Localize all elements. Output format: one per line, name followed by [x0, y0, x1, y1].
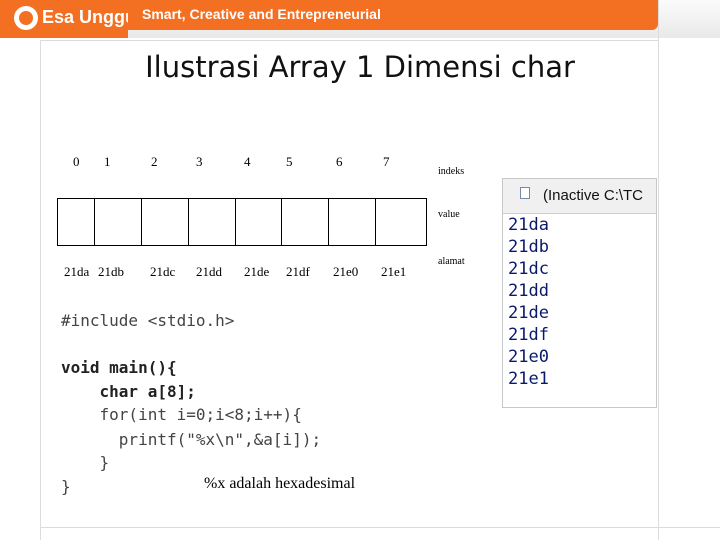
label-indeks: indeks [438, 166, 465, 177]
console-output-line: 21de [508, 303, 549, 323]
code-line: for(int i=0;i<8;i++){ [61, 405, 302, 424]
address-0: 21da [64, 264, 90, 279]
code-line: void main(){ [61, 358, 177, 377]
code-line: #include <stdio.h> [61, 311, 235, 330]
frame-line-left [40, 40, 41, 540]
console-output-line: 21e1 [508, 369, 549, 389]
address-4: 21de [244, 264, 270, 279]
console-output-line: 21db [508, 237, 549, 257]
code-line: } [61, 453, 110, 472]
array-cell [236, 199, 282, 245]
console-output-line: 21da [508, 215, 549, 235]
console-window: (Inactive C:\TC 21da 21db 21dc 21dd 21de… [502, 178, 657, 408]
frame-line-bottom [40, 527, 720, 528]
header-bar: Esa Unggul Smart, Creative and Entrepren… [0, 0, 720, 38]
address-7: 21e1 [381, 264, 407, 279]
console-icon [520, 187, 530, 199]
hex-note: %x adalah hexadesimal [204, 475, 356, 492]
console-title: (Inactive C:\TC [543, 187, 644, 204]
address-2: 21dc [150, 264, 176, 279]
index-7: 7 [383, 154, 390, 169]
address-6: 21e0 [333, 264, 359, 279]
index-6: 6 [336, 154, 343, 169]
tagline-banner: Smart, Creative and Entrepreneurial [128, 0, 658, 30]
page-title: Ilustrasi Array 1 Dimensi char [145, 50, 575, 84]
index-5: 5 [286, 154, 293, 169]
console-output-line: 21dc [508, 259, 549, 279]
logo-icon [14, 6, 38, 30]
address-1: 21db [98, 264, 124, 279]
console-output-line: 21df [508, 325, 549, 345]
logo-text: Esa Unggul [42, 7, 142, 27]
array-cell [282, 199, 329, 245]
array-cell [58, 199, 95, 245]
code-line: printf("%x\n",&a[i]); [61, 430, 322, 449]
index-2: 2 [151, 154, 158, 169]
console-titlebar: (Inactive C:\TC [503, 179, 656, 214]
frame-line-top [40, 40, 658, 41]
array-cell [376, 199, 426, 245]
label-alamat: alamat [438, 256, 465, 267]
array-cell [329, 199, 376, 245]
array-cell [142, 199, 189, 245]
address-3: 21dd [196, 264, 222, 279]
logo: Esa Unggul [0, 0, 141, 38]
index-3: 3 [196, 154, 203, 169]
console-output-line: 21dd [508, 281, 549, 301]
index-4: 4 [244, 154, 251, 169]
address-5: 21df [286, 264, 310, 279]
label-value: value [438, 209, 460, 220]
array-cell [95, 199, 142, 245]
tagline: Smart, Creative and Entrepreneurial [142, 6, 381, 22]
index-1: 1 [104, 154, 111, 169]
index-0: 0 [73, 154, 80, 169]
array-cells [57, 198, 427, 246]
console-output-line: 21e0 [508, 347, 549, 367]
code-line: char a[8]; [61, 382, 196, 401]
array-cell [189, 199, 236, 245]
code-line: } [61, 477, 71, 496]
